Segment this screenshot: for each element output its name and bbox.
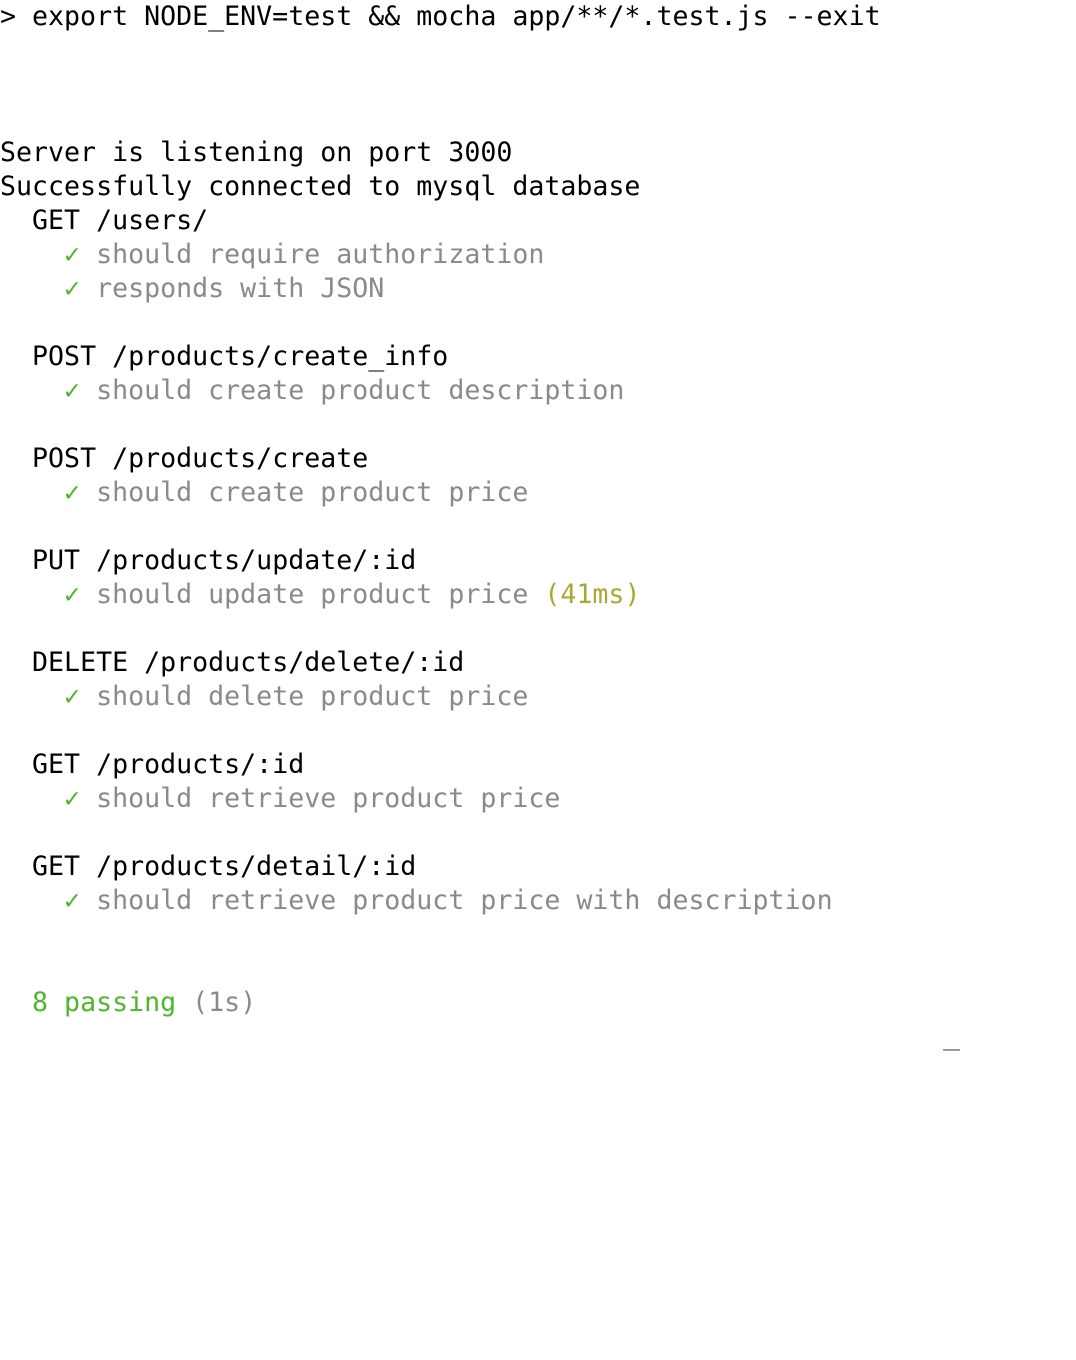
check-icon: ✓	[64, 239, 81, 270]
check-icon: ✓	[64, 375, 81, 406]
total-duration: (1s)	[192, 987, 257, 1018]
server-message-line: Server is listening on port 3000	[0, 136, 512, 170]
test-name: should update product price	[96, 579, 529, 610]
db-message: Successfully connected to mysql database	[0, 171, 641, 202]
test-result: ✓ should delete product price	[0, 680, 528, 714]
suite-title: GET /products/detail/:id	[0, 850, 416, 884]
suite-title: GET /products/:id	[0, 748, 304, 782]
test-name: should delete product price	[96, 681, 529, 712]
suite-title: GET /users/	[0, 204, 208, 238]
test-result: ✓ should update product price (41ms)	[0, 578, 640, 612]
summary-line: 8 passing (1s)	[0, 986, 256, 1020]
suite-title-text: GET /products/:id	[32, 749, 305, 780]
check-icon: ✓	[64, 885, 81, 916]
suite-title-text: PUT /products/update/:id	[32, 545, 417, 576]
test-name: responds with JSON	[96, 273, 385, 304]
check-icon: ✓	[64, 783, 81, 814]
terminal-output[interactable]: > export NODE_ENV=test && mocha app/**/*…	[0, 0, 1076, 1052]
test-name: should create product price	[96, 477, 529, 508]
server-message: Server is listening on port 3000	[0, 137, 513, 168]
test-name: should retrieve product price with descr…	[96, 885, 833, 916]
suite-title: DELETE /products/delete/:id	[0, 646, 464, 680]
suite-title-text: DELETE /products/delete/:id	[32, 647, 465, 678]
test-name: should create product description	[96, 375, 625, 406]
test-name: should retrieve product price	[96, 783, 561, 814]
check-icon: ✓	[64, 579, 81, 610]
suite-title-text: POST /products/create	[32, 443, 369, 474]
check-icon: ✓	[64, 273, 81, 304]
command-text: > export NODE_ENV=test && mocha app/**/*…	[0, 1, 881, 32]
test-duration: (41ms)	[544, 579, 641, 610]
test-result: ✓ should require authorization	[0, 238, 544, 272]
check-icon: ✓	[64, 477, 81, 508]
test-result: ✓ responds with JSON	[0, 272, 384, 306]
suite-title-text: POST /products/create_info	[32, 341, 449, 372]
check-icon: ✓	[64, 681, 81, 712]
suite-title-text: GET /users/	[32, 205, 209, 236]
suite-title: PUT /products/update/:id	[0, 544, 416, 578]
test-name: should require authorization	[96, 239, 545, 270]
test-result: ✓ should retrieve product price	[0, 782, 560, 816]
test-result: ✓ should create product description	[0, 374, 624, 408]
suite-title: POST /products/create_info	[0, 340, 448, 374]
suite-title: POST /products/create	[0, 442, 368, 476]
db-message-line: Successfully connected to mysql database	[0, 170, 640, 204]
command-line: > export NODE_ENV=test && mocha app/**/*…	[0, 0, 881, 34]
passing-count: 8 passing	[32, 987, 177, 1018]
cursor-icon	[943, 1049, 960, 1051]
test-result: ✓ should retrieve product price with des…	[0, 884, 833, 918]
suite-title-text: GET /products/detail/:id	[32, 851, 417, 882]
test-result: ✓ should create product price	[0, 476, 528, 510]
